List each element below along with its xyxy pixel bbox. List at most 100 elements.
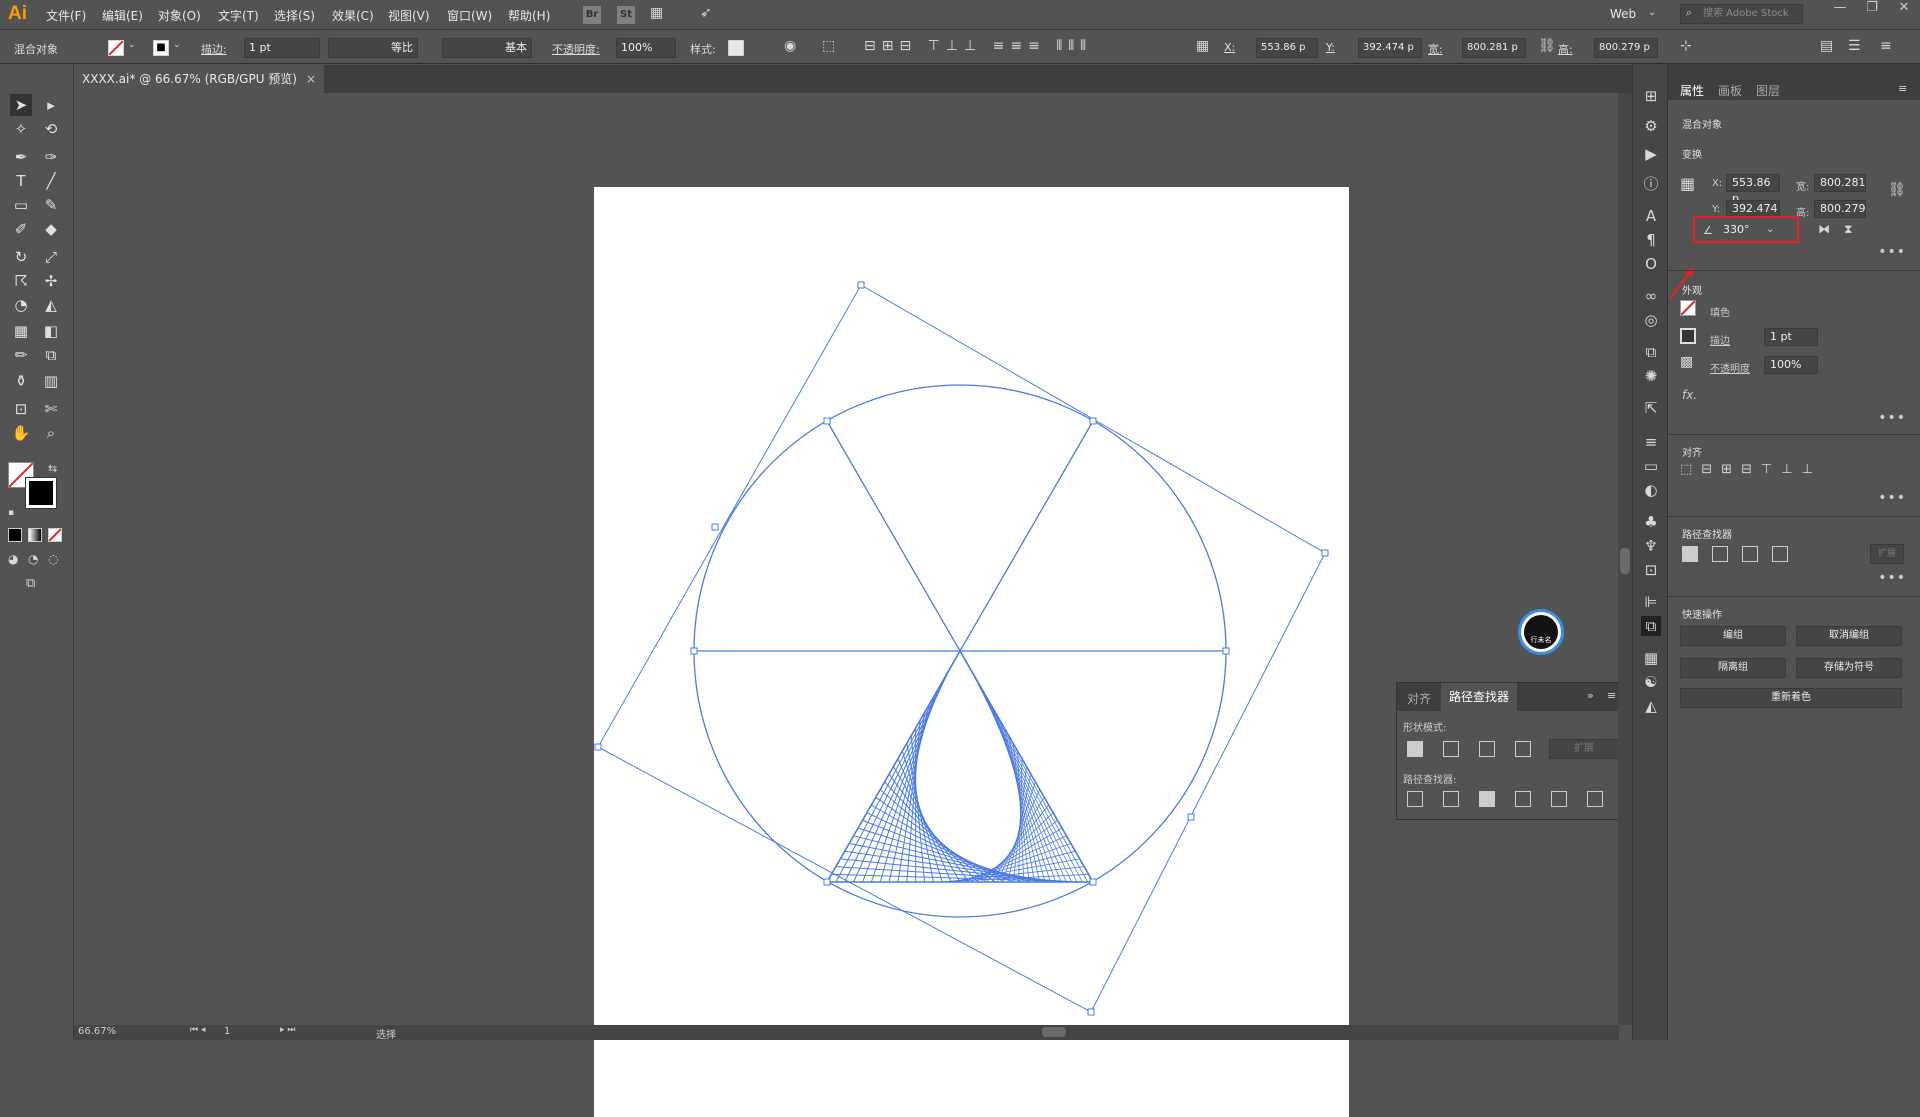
eyedropper-icon[interactable]: ✏ <box>10 344 32 366</box>
bridge-button[interactable]: Br <box>583 6 601 24</box>
eraser-icon[interactable]: ◆ <box>40 218 62 240</box>
more-options-icon[interactable]: ••• <box>1878 410 1906 426</box>
blend-tool-icon[interactable]: ⧉ <box>40 344 62 366</box>
symbols-icon[interactable]: ♣ <box>1641 512 1661 532</box>
minus-front-icon[interactable] <box>1712 546 1728 562</box>
opacity-label[interactable]: 不透明度 <box>1710 360 1750 375</box>
stroke-label[interactable]: 描边 <box>1710 332 1730 347</box>
rotate-tool-icon[interactable]: ↻ <box>10 246 32 268</box>
align-panel-icon[interactable]: ⊫ <box>1641 592 1661 612</box>
opacity-label[interactable]: 不透明度: <box>552 41 600 57</box>
width-input[interactable]: 800.281 <box>1814 174 1866 192</box>
draw-normal-icon[interactable]: ◕ <box>8 552 18 566</box>
brushes-icon[interactable]: ◭ <box>1641 696 1661 716</box>
outline-icon[interactable] <box>1551 791 1567 807</box>
document-tab[interactable]: XXXX.ai* @ 66.67% (RGB/GPU 预览) × <box>74 65 324 93</box>
slice-tool-icon[interactable]: ✄ <box>40 398 62 420</box>
image-trace-icon[interactable]: ⧉ <box>1641 342 1661 362</box>
width-input[interactable]: 800.281 p <box>1462 38 1526 58</box>
arrange-icon[interactable]: ▤ <box>1820 38 1833 54</box>
tab-artboards[interactable]: 画板 <box>1718 82 1742 99</box>
none-mode-button[interactable] <box>48 528 62 542</box>
selection-handle[interactable] <box>823 878 831 886</box>
opacity-input[interactable]: 100% <box>616 38 676 58</box>
stroke-weight-input[interactable]: 1 pt <box>244 38 320 58</box>
selection-handle[interactable] <box>1089 878 1097 886</box>
recolor-icon[interactable]: ◉ <box>784 38 796 54</box>
links-icon[interactable]: ∞ <box>1641 286 1661 306</box>
group-button[interactable]: 编组 <box>1680 626 1786 646</box>
exclude-icon[interactable] <box>1772 546 1788 562</box>
reference-point-icon[interactable]: ▦ <box>1680 174 1695 193</box>
shaper-tool-icon[interactable]: ✐ <box>10 218 32 240</box>
divide-icon[interactable] <box>1407 791 1423 807</box>
close-tab-icon[interactable]: × <box>306 65 316 93</box>
brush-definition[interactable]: 基本 <box>442 38 532 58</box>
transform-panel-icon[interactable]: ⊡ <box>1641 560 1661 580</box>
transparency-icon[interactable]: ◐ <box>1641 480 1661 500</box>
puppet-warp-icon[interactable]: ✢ <box>40 270 62 292</box>
tab-properties[interactable]: 属性 <box>1680 82 1704 99</box>
send-icon[interactable]: ➶ <box>700 5 712 21</box>
panel-menu-icon[interactable]: ≡ <box>1607 689 1616 702</box>
more-options-icon[interactable]: ••• <box>1878 570 1906 586</box>
crop-icon[interactable] <box>1515 791 1531 807</box>
arrange-documents-icon[interactable]: ▦ <box>650 5 663 21</box>
tab-pathfinder[interactable]: 路径查找器 <box>1441 683 1518 711</box>
menu-file[interactable]: 文件(F) <box>46 7 86 24</box>
artboards-panel-icon[interactable]: ⊞ <box>1641 86 1661 106</box>
close-icon[interactable]: ✕ <box>1888 0 1920 15</box>
selection-handle[interactable] <box>1087 1008 1095 1016</box>
appearance-icon[interactable]: ✺ <box>1641 366 1661 386</box>
trim-icon[interactable] <box>1443 791 1459 807</box>
menu-type[interactable]: 文字(T) <box>218 7 259 24</box>
color-mode-button[interactable] <box>8 528 22 542</box>
merge-icon[interactable] <box>1479 791 1495 807</box>
paintbrush-icon[interactable]: ✎ <box>40 194 62 216</box>
y-input[interactable]: 392.474 p <box>1358 38 1422 58</box>
horizontal-scroll-thumb[interactable] <box>1042 1027 1066 1037</box>
type-tool-icon[interactable]: T <box>10 170 32 192</box>
expand-button[interactable]: 扩展 <box>1870 544 1904 564</box>
menu-window[interactable]: 窗口(W) <box>447 7 492 24</box>
minus-front-icon[interactable] <box>1443 741 1459 757</box>
more-options-icon[interactable]: ••• <box>1878 490 1906 506</box>
unite-icon[interactable] <box>1407 741 1423 757</box>
selection-handle[interactable] <box>1187 813 1195 821</box>
vertical-scroll-thumb[interactable] <box>1620 548 1630 574</box>
constrain-proportions-icon[interactable]: ⛓ <box>1888 182 1906 198</box>
pathfinder-panel-icon[interactable]: ⧉ <box>1641 616 1661 636</box>
height-input[interactable]: 800.279 p <box>1594 38 1658 58</box>
puppet-icon[interactable]: ♆ <box>1641 536 1661 556</box>
menu-view[interactable]: 视图(V) <box>388 7 430 24</box>
recolor-button[interactable]: 重新着色 <box>1680 688 1902 708</box>
align-to-icon[interactable]: ⬚ <box>822 38 835 54</box>
selection-handle[interactable] <box>1222 647 1230 655</box>
isolate-group-button[interactable]: 隔离组 <box>1680 658 1786 678</box>
unite-icon[interactable] <box>1682 546 1698 562</box>
intersect-icon[interactable] <box>1479 741 1495 757</box>
constrain-proportions-icon[interactable]: ⛓ <box>1538 38 1556 54</box>
flip-vertical-icon[interactable]: ⧗ <box>1844 222 1852 237</box>
chevron-down-icon[interactable]: ⌄ <box>128 40 136 50</box>
graphic-style-swatch[interactable] <box>728 40 744 56</box>
hand-tool-icon[interactable]: ✋ <box>10 422 32 444</box>
restore-icon[interactable]: ❐ <box>1856 0 1888 15</box>
menu-effect[interactable]: 效果(C) <box>332 7 374 24</box>
workspace-switcher[interactable]: Web <box>1610 7 1636 21</box>
paragraph-icon[interactable]: ¶ <box>1641 230 1661 250</box>
exclude-icon[interactable] <box>1515 741 1531 757</box>
menu-object[interactable]: 对象(O) <box>158 7 201 24</box>
artboard-number[interactable]: 1 <box>224 1026 230 1037</box>
default-colors-icon[interactable]: ▪ <box>8 508 14 518</box>
mesh-tool-icon[interactable]: ▦ <box>10 320 32 342</box>
selection-handle[interactable] <box>1089 417 1097 425</box>
rectangle-tool-icon[interactable]: ▭ <box>10 194 32 216</box>
fill-swatch[interactable] <box>1680 300 1696 316</box>
opacity-input[interactable]: 100% <box>1764 356 1818 374</box>
height-input[interactable]: 800.279 <box>1814 200 1866 218</box>
zoom-tool-icon[interactable]: ⌕ <box>40 422 62 444</box>
x-input[interactable]: 553.86 p <box>1726 174 1780 205</box>
collapse-panel-icon[interactable]: » <box>1587 689 1594 702</box>
minus-back-icon[interactable] <box>1587 791 1603 807</box>
